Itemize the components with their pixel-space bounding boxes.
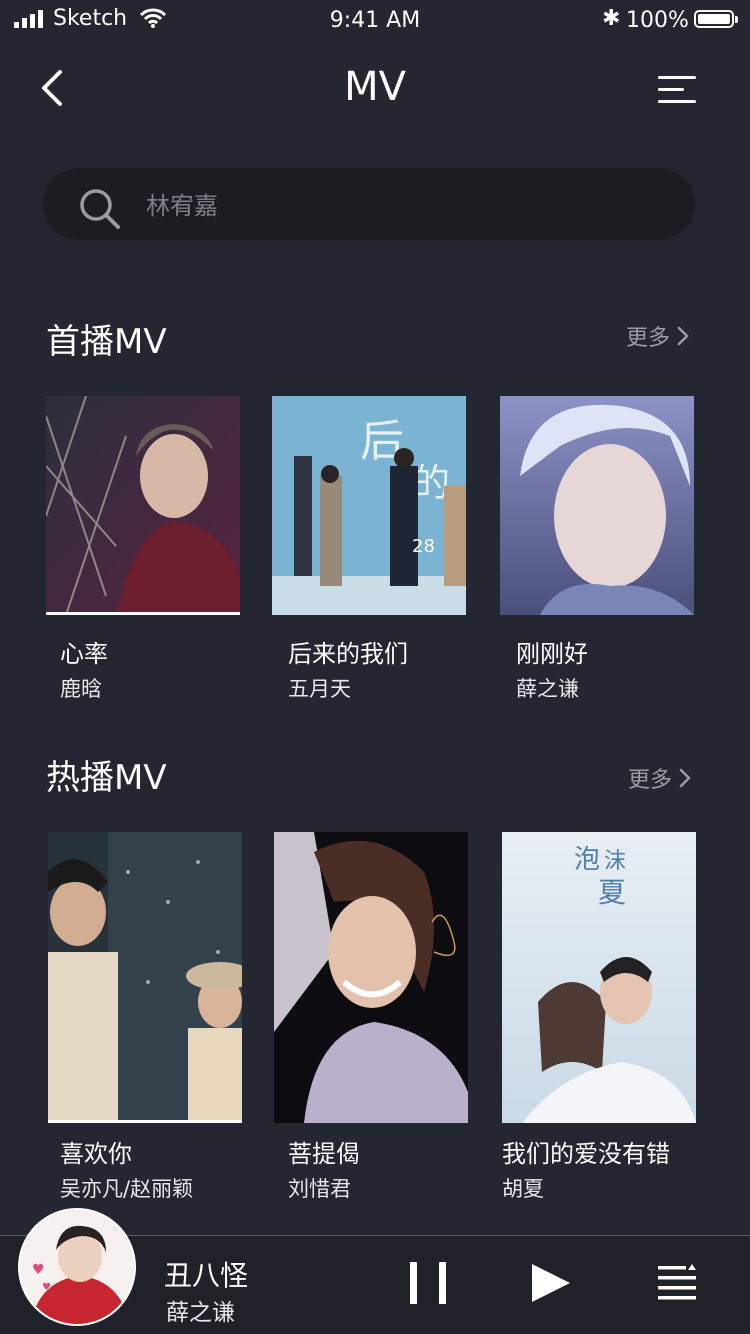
chevron-right-icon xyxy=(679,768,691,788)
svg-text:♥: ♥ xyxy=(42,1282,51,1293)
svg-text:夏: 夏 xyxy=(598,876,626,909)
mv-thumbnail[interactable] xyxy=(500,396,694,615)
album-art[interactable]: ♥ ♥ xyxy=(18,1208,136,1326)
mv-thumbnail[interactable]: 泡 沫 夏 xyxy=(502,832,696,1123)
section-title-premiere: 首播MV xyxy=(46,322,167,362)
mv-artist: 刘惜君 xyxy=(288,1177,351,1201)
section-title-hot: 热播MV xyxy=(46,758,167,798)
mv-title[interactable]: 我们的爱没有错 xyxy=(502,1134,670,1169)
mv-title[interactable]: 喜欢你 xyxy=(60,1134,132,1169)
more-link-hot[interactable]: 更多 xyxy=(628,762,692,794)
search-icon xyxy=(80,189,120,229)
mv-artist: 鹿晗 xyxy=(60,677,102,701)
bluetooth-icon: ✱ xyxy=(602,6,621,31)
pause-icon[interactable] xyxy=(410,1262,446,1304)
mv-thumbnail[interactable] xyxy=(46,396,240,615)
play-icon[interactable] xyxy=(530,1262,572,1304)
mv-artist: 薛之谦 xyxy=(516,677,579,701)
svg-text:28: 28 xyxy=(412,536,435,557)
search-input[interactable] xyxy=(146,186,646,226)
svg-text:泡: 泡 xyxy=(574,845,600,875)
now-playing-artist: 薛之谦 xyxy=(166,1300,235,1326)
page-title: MV xyxy=(344,64,406,110)
mv-title[interactable]: 刚刚好 xyxy=(516,634,588,669)
now-playing-title: 丑八怪 xyxy=(164,1259,249,1292)
mv-artist: 吴亦凡/赵丽颖 xyxy=(60,1177,194,1201)
chevron-right-icon xyxy=(677,326,689,346)
mv-artist: 胡夏 xyxy=(502,1177,544,1201)
mv-title[interactable]: 菩提偈 xyxy=(288,1134,360,1169)
svg-text:沫: 沫 xyxy=(604,849,626,874)
more-label: 更多 xyxy=(628,768,673,793)
mv-thumbnail[interactable] xyxy=(274,832,468,1123)
mv-title[interactable]: 后来的我们 xyxy=(288,634,408,669)
mv-artist: 五月天 xyxy=(288,677,351,701)
mv-thumbnail[interactable]: 后 的 28 xyxy=(272,396,466,615)
status-bar: Sketch 9:41 AM ✱ 100% xyxy=(0,0,750,40)
menu-icon[interactable] xyxy=(658,74,698,108)
playlist-icon[interactable] xyxy=(658,1262,696,1302)
battery-icon xyxy=(694,10,738,28)
mv-thumbnail[interactable] xyxy=(48,832,242,1123)
mv-title[interactable]: 心率 xyxy=(60,634,108,669)
more-label: 更多 xyxy=(626,326,671,351)
battery-percent: 100% xyxy=(626,8,689,33)
more-link-premiere[interactable]: 更多 xyxy=(626,320,690,352)
svg-text:♥: ♥ xyxy=(32,1262,45,1278)
